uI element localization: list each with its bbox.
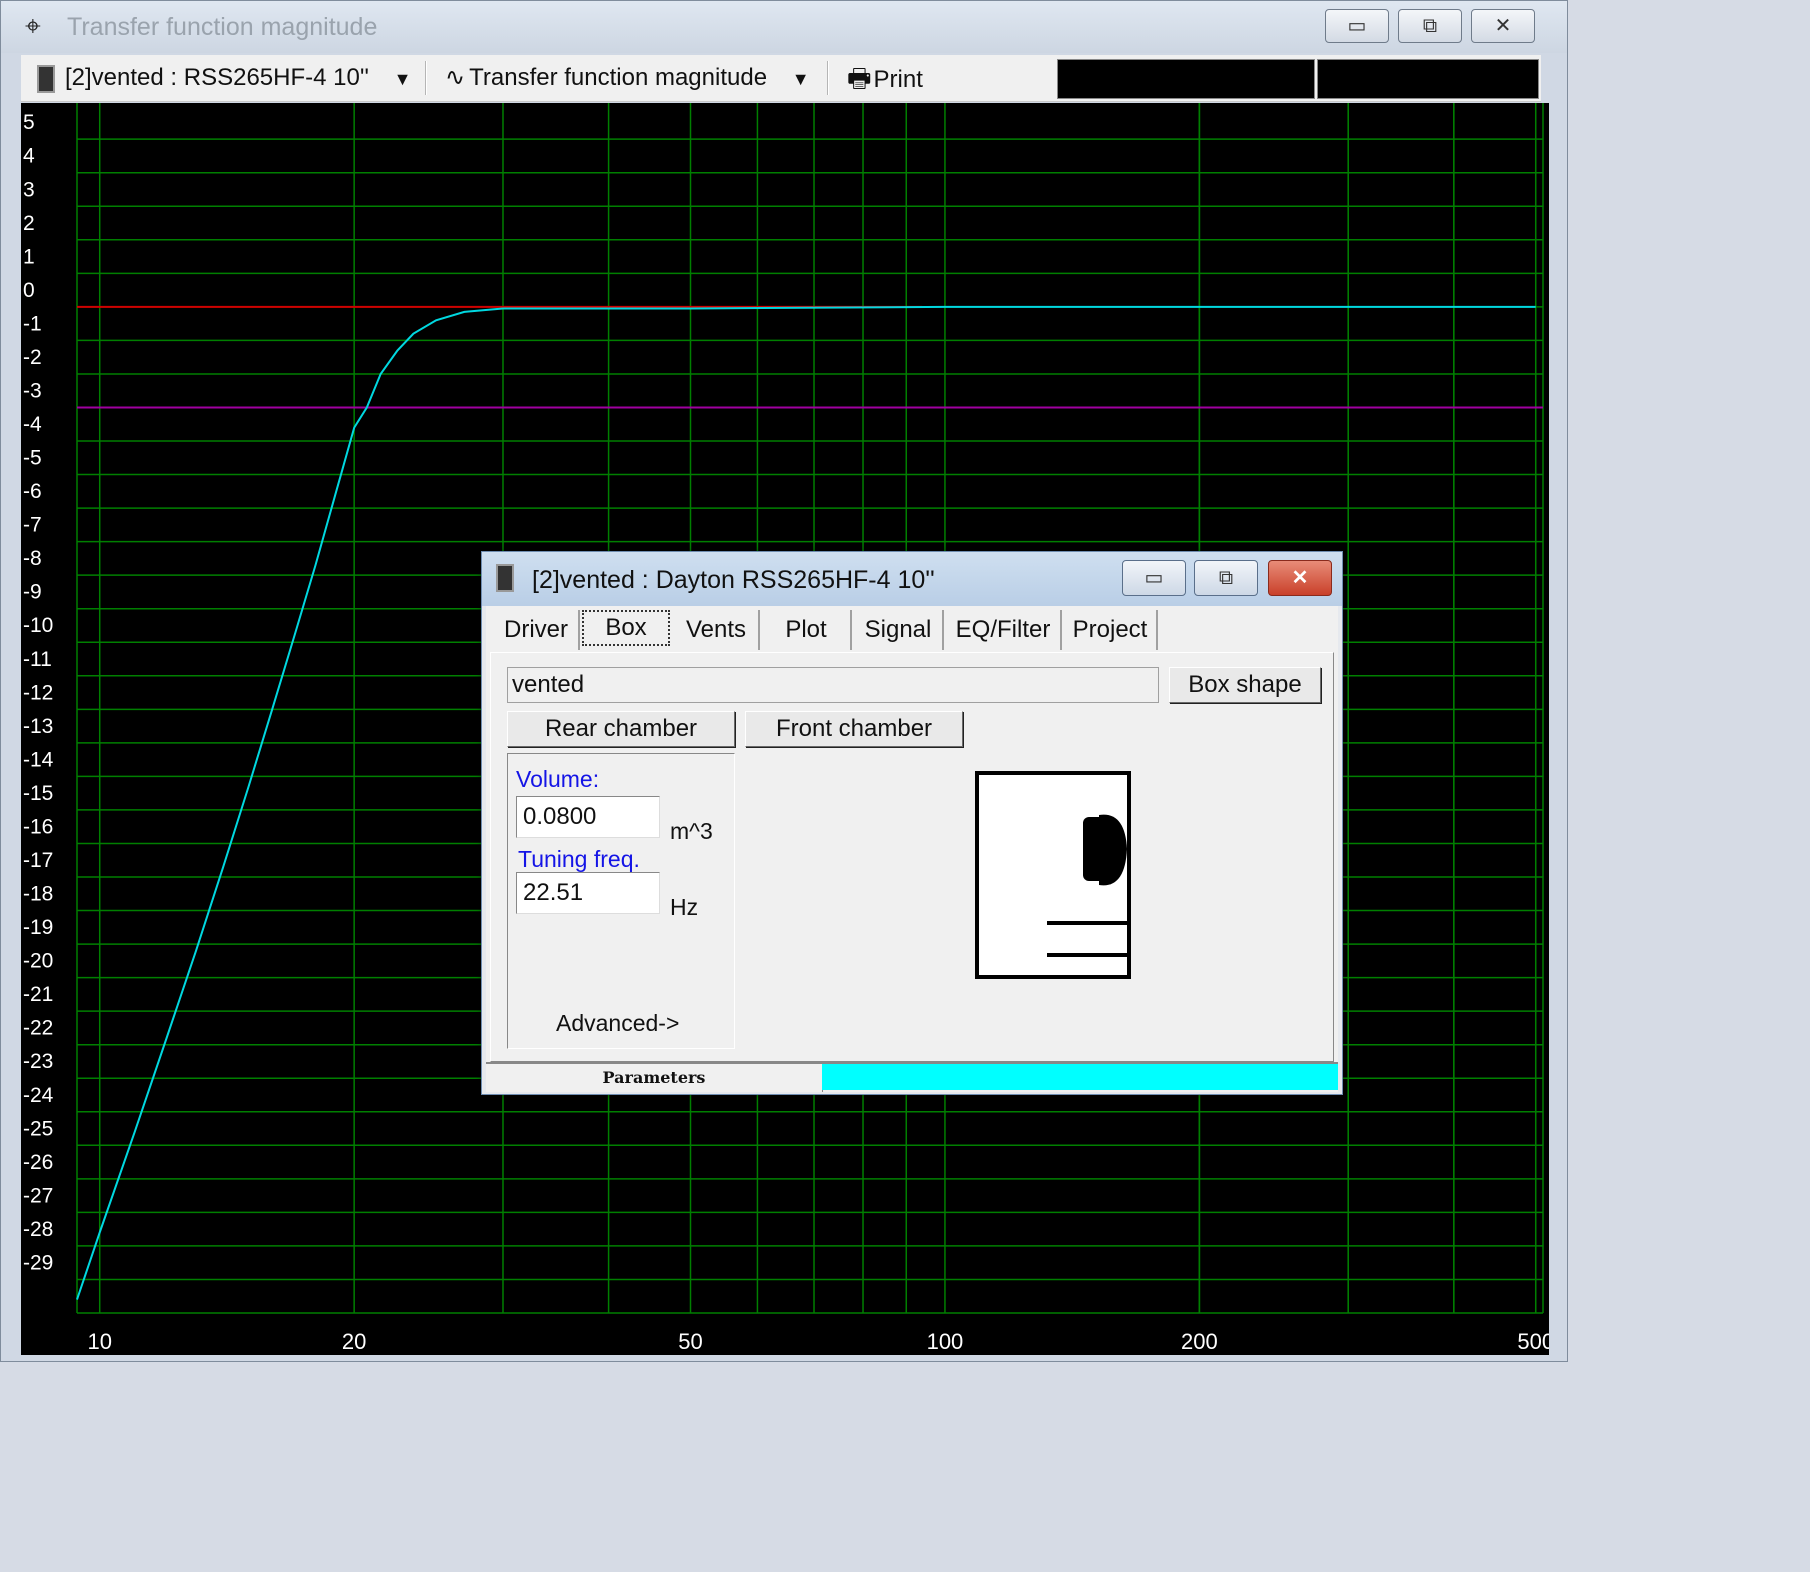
- y-tick-label: -25: [23, 1117, 53, 1140]
- rear-chamber-button[interactable]: Rear chamber: [507, 711, 735, 747]
- y-tick-label: -28: [23, 1218, 53, 1241]
- title-bar[interactable]: ⌖ Transfer function magnitude ▭ ⧉ ✕: [1, 1, 1567, 53]
- graph-dropdown[interactable]: ∿ Transfer function magnitude ▼: [445, 55, 810, 101]
- tuning-freq-label: Tuning freq.: [518, 846, 640, 872]
- dialog-status-bar: Parameters: [486, 1062, 1338, 1092]
- x-tick-label: 50: [678, 1329, 702, 1354]
- y-tick-label: -3: [23, 379, 42, 402]
- y-tick-label: -26: [23, 1151, 53, 1174]
- y-tick-label: -18: [23, 883, 53, 906]
- y-tick-label: -16: [23, 815, 53, 838]
- box-tab-panel: vented Box shape Rear chamber Front cham…: [490, 652, 1334, 1062]
- x-tick-label: 10: [87, 1329, 111, 1354]
- y-tick-label: 1: [23, 245, 35, 268]
- dialog-close-button[interactable]: ✕: [1268, 560, 1332, 596]
- volume-label: Volume:: [516, 766, 600, 792]
- graph-dropdown-label: Transfer function magnitude: [469, 64, 768, 91]
- x-tick-label: 200: [1181, 1329, 1218, 1354]
- dialog-minimize-button[interactable]: ▭: [1122, 560, 1186, 596]
- crosshair-icon: ⌖: [25, 10, 41, 41]
- tab-box[interactable]: Box: [582, 610, 670, 646]
- y-tick-label: -15: [23, 782, 53, 805]
- project-dropdown[interactable]: [2]vented : RSS265HF-4 10'' ▼: [37, 55, 412, 101]
- y-tick-label: -2: [23, 346, 42, 369]
- y-tick-label: 0: [23, 279, 35, 302]
- box-shape-button[interactable]: Box shape: [1169, 667, 1321, 703]
- tab-signal[interactable]: Signal: [854, 610, 944, 650]
- chevron-down-icon: ▼: [791, 69, 810, 89]
- y-tick-label: -22: [23, 1017, 53, 1040]
- tab-plot[interactable]: Plot: [762, 610, 852, 650]
- y-tick-label: -24: [23, 1084, 54, 1107]
- tuning-freq-unit: Hz: [670, 894, 699, 920]
- x-tick-label: 20: [342, 1329, 366, 1354]
- minimize-button[interactable]: ▭: [1325, 9, 1389, 43]
- printer-icon: 🖶: [847, 63, 872, 93]
- y-tick-label: -23: [23, 1050, 53, 1073]
- y-tick-label: -27: [23, 1184, 53, 1207]
- y-tick-label: -17: [23, 849, 53, 872]
- waveform-icon: ∿: [445, 64, 466, 91]
- parameters-dialog: [2]vented : Dayton RSS265HF-4 10'' ▭ ⧉ ✕…: [481, 551, 1343, 1095]
- close-button[interactable]: ✕: [1471, 9, 1535, 43]
- window-title: Transfer function magnitude: [67, 13, 378, 41]
- project-dropdown-label: [2]vented : RSS265HF-4 10'': [65, 64, 369, 91]
- speaker-icon: [496, 564, 514, 592]
- tab-vents[interactable]: Vents: [674, 610, 760, 650]
- y-tick-label: -11: [23, 648, 52, 671]
- y-tick-label: 2: [23, 212, 35, 235]
- tab-eq-filter[interactable]: EQ/Filter: [946, 610, 1062, 650]
- y-tick-label: -29: [23, 1251, 53, 1274]
- dialog-title: [2]vented : Dayton RSS265HF-4 10'': [532, 566, 935, 594]
- x-tick-label: 100: [927, 1329, 964, 1354]
- tab-driver[interactable]: Driver: [494, 610, 580, 650]
- chevron-down-icon: ▼: [393, 69, 412, 89]
- status-progress: [822, 1064, 1338, 1090]
- y-tick-label: -1: [23, 312, 42, 335]
- y-tick-label: 4: [23, 145, 35, 168]
- y-tick-label: -7: [23, 514, 42, 537]
- front-chamber-button[interactable]: Front chamber: [745, 711, 963, 747]
- y-tick-label: -9: [23, 581, 42, 604]
- y-tick-label: -14: [23, 748, 54, 771]
- dialog-title-bar[interactable]: [2]vented : Dayton RSS265HF-4 10'' ▭ ⧉ ✕: [482, 552, 1342, 606]
- toolbar-separator: [827, 61, 829, 95]
- y-tick-label: -13: [23, 715, 53, 738]
- speaker-icon: [37, 64, 55, 93]
- box-name-field[interactable]: vented: [507, 667, 1159, 703]
- tab-project[interactable]: Project: [1064, 610, 1158, 650]
- volume-unit: m^3: [670, 818, 713, 844]
- toolbar-separator: [425, 61, 427, 95]
- tuning-freq-input[interactable]: 22.51: [516, 872, 660, 914]
- y-tick-label: -8: [23, 547, 42, 570]
- y-tick-label: -19: [23, 916, 53, 939]
- x-tick-label: 500: [1517, 1329, 1549, 1354]
- dialog-restore-button[interactable]: ⧉: [1194, 560, 1258, 596]
- y-tick-label: -5: [23, 447, 42, 470]
- y-tick-label: -6: [23, 480, 42, 503]
- y-tick-label: 3: [23, 178, 35, 201]
- vented-box-diagram: [975, 771, 1131, 979]
- y-tick-label: -21: [23, 983, 53, 1006]
- dialog-body: Driver Box Vents Plot Signal EQ/Filter P…: [486, 606, 1338, 1090]
- volume-input[interactable]: 0.0800: [516, 796, 660, 838]
- readout-box-2: [1317, 59, 1539, 99]
- y-tick-label: -4: [23, 413, 42, 436]
- y-tick-label: -12: [23, 681, 53, 704]
- y-tick-label: -20: [23, 950, 53, 973]
- rear-chamber-panel: Volume: 0.0800 m^3 Tuning freq. 22.51 Hz…: [507, 753, 735, 1049]
- restore-button[interactable]: ⧉: [1398, 9, 1462, 43]
- y-tick-label: 5: [23, 111, 35, 134]
- print-button[interactable]: 🖶Print: [847, 55, 923, 101]
- readout-box-1: [1057, 59, 1315, 99]
- status-label: Parameters: [486, 1064, 823, 1092]
- print-label: Print: [873, 66, 923, 93]
- main-window: ⌖ Transfer function magnitude ▭ ⧉ ✕ [2]v…: [0, 0, 1568, 1362]
- toolbar: [2]vented : RSS265HF-4 10'' ▼ ∿ Transfer …: [21, 55, 1541, 102]
- advanced-button[interactable]: Advanced->: [556, 1010, 679, 1037]
- y-tick-label: -10: [23, 614, 53, 637]
